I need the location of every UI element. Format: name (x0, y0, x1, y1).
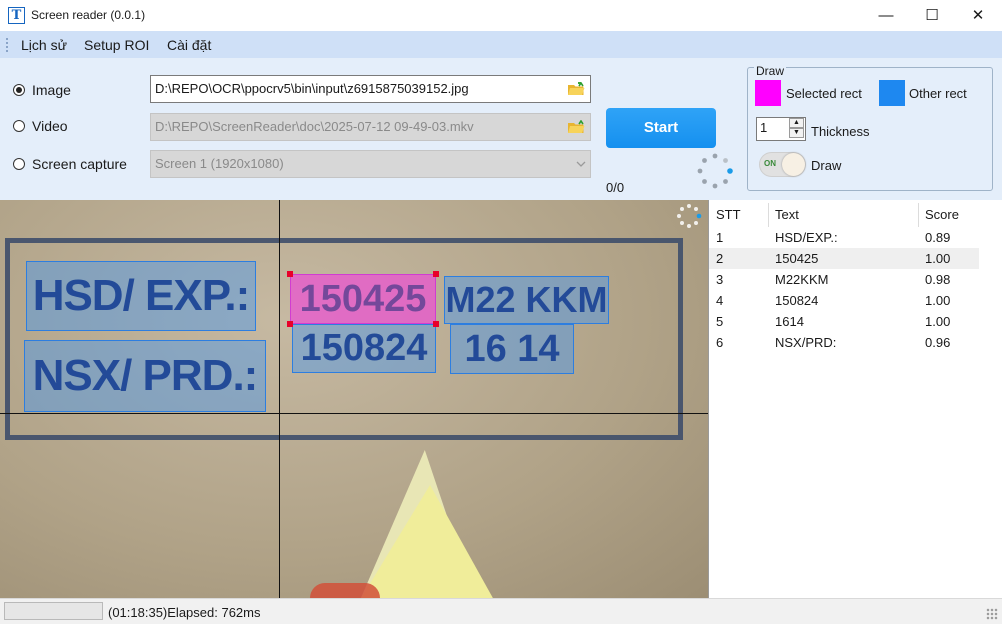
vertical-scrollbar[interactable] (979, 200, 1002, 598)
selected-rect-color-swatch[interactable] (755, 80, 781, 106)
column-header-score[interactable]: Score (925, 207, 959, 222)
loading-indicator-icon (677, 204, 702, 228)
other-rect-color-swatch[interactable] (879, 80, 905, 106)
ocr-box[interactable]: 16 14 (450, 324, 574, 374)
toggle-knob[interactable] (782, 153, 805, 176)
close-button[interactable]: ✕ (955, 0, 1001, 31)
cell-score: 1.00 (925, 251, 951, 266)
cell-stt: 1 (716, 230, 724, 245)
ocr-box-text: M22 KKM (445, 279, 608, 320)
video-path-value: D:\REPO\ScreenReader\doc\2025-07-12 09-4… (155, 119, 474, 134)
radio-image-label: Image (32, 82, 71, 98)
cell-text: 150425 (775, 251, 819, 266)
draw-toggle-label: Draw (811, 158, 842, 173)
ocr-box[interactable]: HSD/ EXP.: (26, 261, 256, 331)
app-icon: T (8, 7, 25, 24)
radio-video-label: Video (32, 118, 68, 134)
resize-handle[interactable] (433, 321, 439, 327)
cell-text: M22KKM (775, 272, 829, 287)
column-separator (768, 203, 769, 227)
spin-up-button[interactable]: ▲ (789, 118, 804, 128)
thickness-value: 1 (760, 120, 768, 135)
screen-select[interactable]: Screen 1 (1920x1080) (150, 150, 591, 178)
video-path-field[interactable]: D:\REPO\ScreenReader\doc\2025-07-12 09-4… (150, 113, 591, 141)
table-row[interactable]: 4 150824 1.00 (709, 290, 979, 311)
progress-counter: 0/0 (606, 180, 625, 195)
ocr-box-text: 150824 (300, 327, 428, 369)
loading-spinner-icon (697, 153, 733, 189)
cell-score: 0.89 (925, 230, 951, 245)
ocr-box-selected[interactable]: 150425 (290, 274, 436, 324)
minimize-button[interactable]: — (863, 0, 909, 31)
menu-item-setup-roi[interactable]: Setup ROI (84, 37, 149, 53)
selected-rect-label: Selected rect (786, 86, 862, 101)
ocr-box[interactable]: NSX/ PRD.: (24, 340, 266, 412)
thickness-label: Thickness (811, 124, 870, 139)
radio-screen-capture[interactable] (13, 158, 25, 170)
start-button[interactable]: Start (606, 108, 716, 148)
folder-open-icon[interactable] (567, 120, 585, 134)
status-progress-bar (4, 602, 103, 620)
menu-item-settings[interactable]: Cài đặt (167, 37, 211, 53)
ocr-box[interactable]: 150824 (292, 324, 436, 373)
column-separator (918, 203, 919, 227)
image-path-field[interactable]: D:\REPO\OCR\ppocrv5\bin\input\z691587503… (150, 75, 591, 103)
window-title: Screen reader (0.0.1) (31, 8, 146, 22)
screen-select-value: Screen 1 (1920x1080) (155, 156, 284, 171)
cell-score: 1.00 (925, 314, 951, 329)
cell-stt: 5 (716, 314, 724, 329)
cell-stt: 6 (716, 335, 724, 350)
spin-down-button[interactable]: ▼ (789, 128, 804, 138)
ocr-box-text: 150425 (299, 277, 427, 320)
menu-bar (0, 31, 1002, 58)
photo-red-print (310, 583, 380, 598)
resize-grip-icon[interactable] (986, 608, 998, 620)
maximize-button[interactable]: ☐ (909, 0, 955, 31)
cell-stt: 2 (716, 251, 724, 266)
cell-text: HSD/EXP.: (775, 230, 838, 245)
title-bar (0, 0, 1002, 31)
image-viewer[interactable]: HSD/ EXP.: 150425 M22 KKM 150824 16 14 N… (0, 200, 708, 598)
cell-score: 0.96 (925, 335, 951, 350)
ocr-box-text: 16 14 (464, 327, 560, 370)
cell-text: 1614 (775, 314, 804, 329)
table-row[interactable]: 5 1614 1.00 (709, 311, 979, 332)
photo-warning-triangle-inner (360, 485, 494, 598)
crosshair-vertical (279, 200, 280, 598)
column-header-stt[interactable]: STT (716, 207, 741, 222)
ocr-box[interactable]: M22 KKM (444, 276, 609, 324)
cell-score: 0.98 (925, 272, 951, 287)
image-path-value: D:\REPO\OCR\ppocrv5\bin\input\z691587503… (155, 81, 469, 96)
table-row[interactable]: 1 HSD/EXP.: 0.89 (709, 227, 979, 248)
ocr-box-text: NSX/ PRD.: (32, 351, 259, 400)
table-row[interactable]: 3 M22KKM 0.98 (709, 269, 979, 290)
other-rect-label: Other rect (909, 86, 967, 101)
menu-item-history[interactable]: Lịch sử (21, 37, 67, 53)
menu-grip (6, 38, 8, 52)
cell-stt: 4 (716, 293, 724, 308)
table-row[interactable]: 6 NSX/PRD: 0.96 (709, 332, 979, 353)
crosshair-horizontal (0, 413, 708, 414)
status-text: (01:18:35)Elapsed: 762ms (108, 605, 261, 620)
cell-score: 1.00 (925, 293, 951, 308)
cell-text: 150824 (775, 293, 819, 308)
toggle-on-text: ON (764, 159, 776, 168)
cell-text: NSX/PRD: (775, 335, 837, 350)
resize-handle[interactable] (287, 271, 293, 277)
resize-handle[interactable] (433, 271, 439, 277)
radio-screen-capture-label: Screen capture (32, 156, 127, 172)
radio-image[interactable] (13, 84, 25, 96)
column-header-text[interactable]: Text (775, 207, 799, 222)
chevron-down-icon (576, 161, 586, 167)
folder-open-icon[interactable] (567, 82, 585, 96)
radio-video[interactable] (13, 120, 25, 132)
resize-handle[interactable] (287, 321, 293, 327)
draw-group-title: Draw (754, 64, 787, 78)
ocr-box-text: HSD/ EXP.: (32, 271, 251, 320)
table-row[interactable]: 2 150425 1.00 (709, 248, 979, 269)
cell-stt: 3 (716, 272, 724, 287)
